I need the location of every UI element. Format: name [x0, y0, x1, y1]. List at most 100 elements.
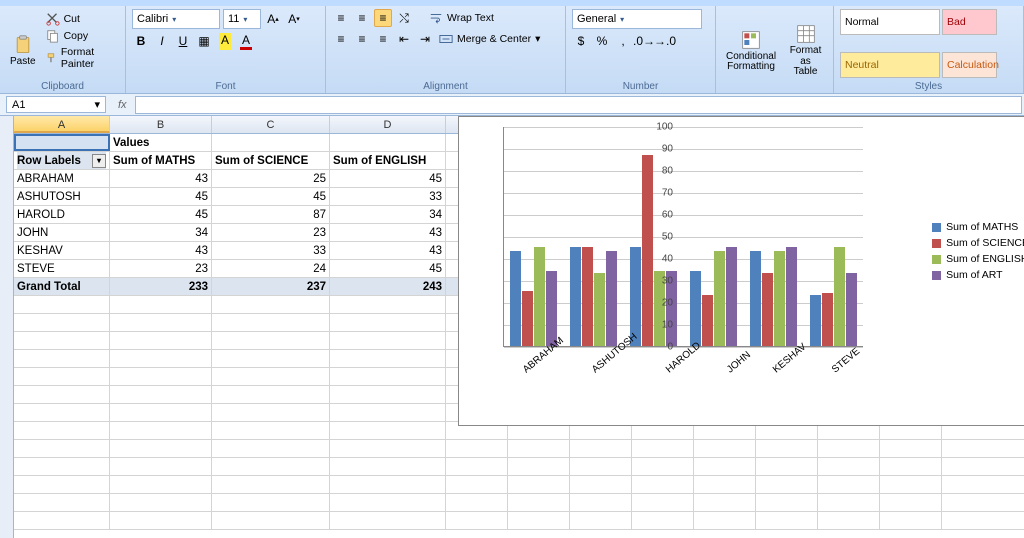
- cell[interactable]: [508, 512, 570, 529]
- cell[interactable]: [110, 332, 212, 349]
- cell[interactable]: [110, 494, 212, 511]
- align-middle-button[interactable]: ≡: [353, 9, 371, 27]
- cell[interactable]: [110, 386, 212, 403]
- cell[interactable]: [446, 494, 508, 511]
- cell[interactable]: [14, 332, 110, 349]
- underline-button[interactable]: U: [174, 32, 192, 50]
- cell[interactable]: [14, 440, 110, 457]
- cell[interactable]: [14, 134, 110, 151]
- cell[interactable]: [880, 494, 942, 511]
- cell[interactable]: [110, 440, 212, 457]
- cell[interactable]: [330, 386, 446, 403]
- chart-bar[interactable]: [702, 295, 713, 346]
- cell[interactable]: [110, 476, 212, 493]
- cell[interactable]: [756, 476, 818, 493]
- style-calculation[interactable]: Calculation: [942, 52, 997, 78]
- cell[interactable]: [212, 404, 330, 421]
- col-header-B[interactable]: B: [110, 116, 212, 133]
- wrap-text-button[interactable]: Wrap Text: [427, 10, 496, 26]
- orientation-button[interactable]: ⤭: [395, 9, 413, 27]
- border-button[interactable]: ▦: [195, 32, 213, 50]
- cell[interactable]: [110, 296, 212, 313]
- cell[interactable]: [14, 476, 110, 493]
- shrink-font-button[interactable]: A▾: [285, 10, 303, 28]
- cell[interactable]: 24: [212, 260, 330, 277]
- chart-bar[interactable]: [522, 291, 533, 346]
- cell[interactable]: [110, 512, 212, 529]
- cell[interactable]: [330, 476, 446, 493]
- cell[interactable]: [756, 458, 818, 475]
- cell[interactable]: [694, 458, 756, 475]
- pivot-chart[interactable]: 0102030405060708090100 ABRAHAMASHUTOSHHA…: [458, 116, 1024, 426]
- fill-color-button[interactable]: A: [216, 32, 234, 50]
- cell[interactable]: [212, 512, 330, 529]
- comma-button[interactable]: ,: [614, 32, 632, 50]
- cell[interactable]: [818, 512, 880, 529]
- cell[interactable]: Grand Total: [14, 278, 110, 295]
- align-center-button[interactable]: ≡: [353, 30, 371, 48]
- cell[interactable]: [570, 476, 632, 493]
- cell[interactable]: [694, 494, 756, 511]
- percent-button[interactable]: %: [593, 32, 611, 50]
- cell[interactable]: [508, 494, 570, 511]
- cell[interactable]: [212, 332, 330, 349]
- cell[interactable]: [330, 296, 446, 313]
- cell[interactable]: 45: [110, 206, 212, 223]
- align-top-button[interactable]: ≡: [332, 9, 350, 27]
- cell[interactable]: 45: [330, 260, 446, 277]
- cell[interactable]: [212, 422, 330, 439]
- cell[interactable]: 237: [212, 278, 330, 295]
- chart-bar[interactable]: [810, 295, 821, 346]
- cell[interactable]: JOHN: [14, 224, 110, 241]
- chart-bar[interactable]: [594, 273, 605, 346]
- chart-bar[interactable]: [546, 271, 557, 346]
- cell[interactable]: [110, 458, 212, 475]
- cell[interactable]: [818, 458, 880, 475]
- cell[interactable]: [694, 476, 756, 493]
- cell[interactable]: [694, 512, 756, 529]
- cell[interactable]: [508, 476, 570, 493]
- cell[interactable]: [330, 332, 446, 349]
- chart-bar[interactable]: [690, 271, 701, 346]
- cell[interactable]: [14, 404, 110, 421]
- format-as-table-button[interactable]: Format as Table: [784, 9, 827, 93]
- cell[interactable]: [880, 476, 942, 493]
- cell[interactable]: [14, 296, 110, 313]
- cell[interactable]: HAROLD: [14, 206, 110, 223]
- chart-bar[interactable]: [510, 251, 521, 346]
- number-format-combo[interactable]: General▾: [572, 9, 702, 29]
- cell[interactable]: [330, 368, 446, 385]
- decrease-indent-button[interactable]: ⇤: [395, 30, 413, 48]
- chart-bar[interactable]: [834, 247, 845, 346]
- cell[interactable]: [14, 314, 110, 331]
- chart-bar[interactable]: [570, 247, 581, 346]
- increase-decimal-button[interactable]: .0→: [635, 32, 653, 50]
- cell[interactable]: [632, 440, 694, 457]
- italic-button[interactable]: I: [153, 32, 171, 50]
- font-name-combo[interactable]: Calibri▾: [132, 9, 220, 29]
- cell[interactable]: [110, 404, 212, 421]
- cell[interactable]: Row Labels▾: [14, 152, 110, 169]
- align-bottom-button[interactable]: ≡: [374, 9, 392, 27]
- cell[interactable]: [110, 422, 212, 439]
- col-header-D[interactable]: D: [330, 116, 446, 133]
- increase-indent-button[interactable]: ⇥: [416, 30, 434, 48]
- grow-font-button[interactable]: A▴: [264, 10, 282, 28]
- cell[interactable]: [330, 494, 446, 511]
- cell[interactable]: [508, 458, 570, 475]
- legend-item[interactable]: Sum of ART: [932, 269, 1024, 281]
- cell[interactable]: [570, 458, 632, 475]
- cell[interactable]: 45: [330, 170, 446, 187]
- chart-bar[interactable]: [846, 273, 857, 346]
- cell[interactable]: ABRAHAM: [14, 170, 110, 187]
- cell[interactable]: [632, 494, 694, 511]
- cut-button[interactable]: Cut: [44, 11, 119, 27]
- chart-bar[interactable]: [534, 247, 545, 346]
- cell[interactable]: [570, 512, 632, 529]
- align-right-button[interactable]: ≡: [374, 30, 392, 48]
- cell[interactable]: 34: [330, 206, 446, 223]
- chart-bar[interactable]: [606, 251, 617, 346]
- currency-button[interactable]: $: [572, 32, 590, 50]
- cell[interactable]: [446, 440, 508, 457]
- chart-bar[interactable]: [642, 155, 653, 346]
